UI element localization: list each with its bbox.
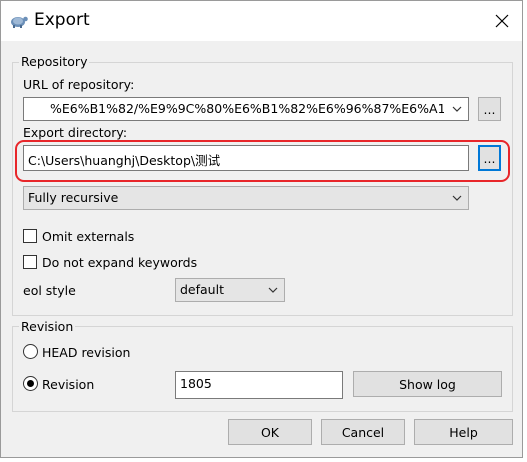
revision-group-label: Revision — [19, 319, 76, 334]
depth-value: Fully recursive — [28, 190, 119, 205]
omit-externals-label[interactable]: Omit externals — [42, 229, 134, 244]
revision-input[interactable]: 1805 — [175, 371, 343, 399]
url-value: %E6%B1%82/%E9%9C%80%E6%B1%82%E6%96%87%E6… — [50, 101, 444, 116]
head-revision-label[interactable]: HEAD revision — [42, 345, 130, 360]
chevron-down-icon[interactable] — [266, 283, 280, 297]
omit-externals-checkbox[interactable] — [23, 229, 37, 243]
tortoise-icon — [9, 11, 29, 31]
ok-button[interactable]: OK — [228, 419, 312, 445]
head-revision-radio[interactable] — [23, 344, 38, 359]
help-button[interactable]: Help — [414, 419, 513, 445]
eol-style-label: eol style — [23, 283, 76, 298]
close-icon[interactable] — [481, 1, 523, 41]
title-bar: Export — [1, 1, 522, 41]
cancel-button[interactable]: Cancel — [321, 419, 405, 445]
url-browse-button[interactable]: ... — [478, 97, 501, 121]
chevron-down-icon[interactable] — [450, 102, 464, 116]
revision-group — [12, 326, 513, 412]
window-title: Export — [34, 10, 90, 30]
do-not-expand-keywords-label[interactable]: Do not expand keywords — [42, 255, 197, 270]
export-dialog: Export Repository URL of repository: %E6… — [0, 0, 523, 458]
url-label: URL of repository: — [23, 77, 135, 92]
url-combobox[interactable]: %E6%B1%82/%E9%9C%80%E6%B1%82%E6%96%87%E6… — [23, 97, 469, 121]
repository-group-label: Repository — [19, 54, 90, 69]
depth-combobox[interactable]: Fully recursive — [23, 186, 469, 210]
eol-style-combobox[interactable]: default — [175, 278, 285, 302]
revision-radio[interactable] — [23, 376, 38, 391]
revision-label[interactable]: Revision — [42, 377, 94, 392]
show-log-button[interactable]: Show log — [353, 371, 502, 397]
do-not-expand-keywords-checkbox[interactable] — [23, 255, 37, 269]
eol-style-value: default — [180, 282, 224, 297]
export-directory-label: Export directory: — [23, 125, 128, 140]
export-directory-input[interactable]: C:\Users\huanghj\Desktop\测试 — [23, 145, 469, 171]
chevron-down-icon[interactable] — [450, 191, 464, 205]
export-directory-browse-button[interactable]: ... — [478, 145, 501, 171]
